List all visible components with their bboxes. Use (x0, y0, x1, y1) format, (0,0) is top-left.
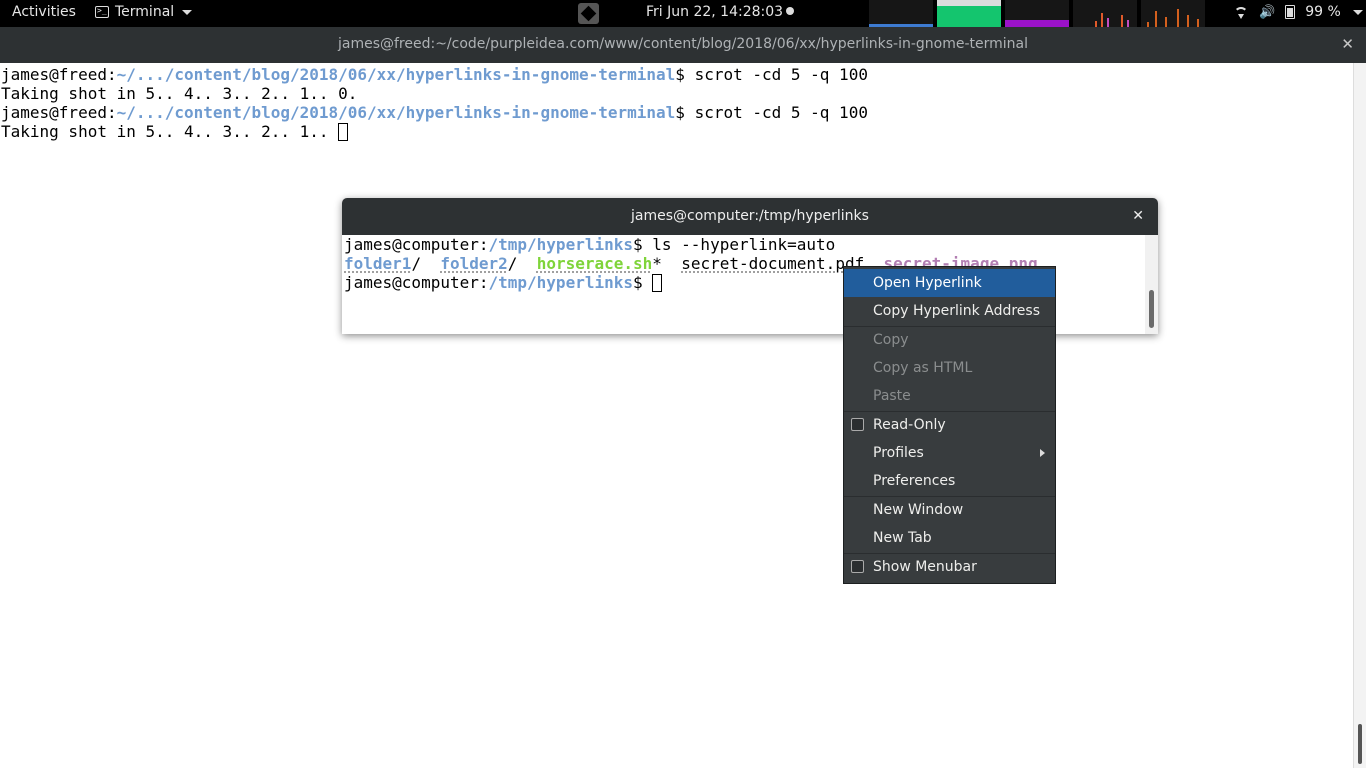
menu-item-label: Show Menubar (873, 559, 977, 575)
app-menu[interactable]: >_ Terminal (95, 4, 193, 20)
chevron-down-icon (182, 9, 193, 15)
menu-item-profiles[interactable]: Profiles (844, 439, 1055, 467)
activities-button[interactable]: Activities (12, 4, 76, 20)
hyperlink-folder2[interactable]: folder2 (440, 254, 507, 273)
terminal-line: james@freed:~/.../content/blog/2018/06/x… (1, 103, 868, 122)
system-monitor[interactable] (869, 0, 1205, 27)
memory-graph (937, 0, 1001, 27)
outer-terminal-body[interactable]: james@freed:~/.../content/blog/2018/06/x… (0, 63, 1353, 768)
cpu-graph (869, 0, 933, 27)
volume-icon: 🔊 (1259, 4, 1276, 20)
top-bar: Activities >_ Terminal Fri Jun 22, 14:28… (0, 0, 1366, 27)
wifi-icon (1233, 5, 1249, 19)
hyperlink-secret-document[interactable]: secret-document.pdf (681, 254, 864, 273)
menu-item-paste[interactable]: Paste (844, 382, 1055, 410)
menu-item-show-menubar[interactable]: Show Menubar (844, 553, 1055, 581)
hyperlink-folder1[interactable]: folder1 (344, 254, 411, 273)
menu-item-label: Profiles (873, 445, 924, 461)
terminal-line: james@computer:/tmp/hyperlinks$ ls --hyp… (344, 235, 836, 254)
outer-scrollbar[interactable] (1353, 63, 1366, 768)
menu-item-read-only[interactable]: Read-Only (844, 411, 1055, 439)
close-icon[interactable]: ✕ (1341, 35, 1354, 53)
chevron-right-icon (1040, 449, 1045, 457)
battery-icon (1285, 5, 1296, 19)
hyperlink-horserace[interactable]: horserace.sh (537, 254, 653, 273)
window-title: james@freed:~/code/purpleidea.com/www/co… (337, 36, 1029, 52)
checkbox-icon (851, 560, 864, 573)
menu-item-copy-hyperlink-address[interactable]: Copy Hyperlink Address (844, 297, 1055, 325)
menu-item-preferences[interactable]: Preferences (844, 467, 1055, 495)
text-cursor (652, 274, 663, 292)
inner-scrollbar[interactable] (1145, 235, 1158, 334)
extension-icon[interactable] (578, 3, 599, 24)
menu-item-label: Read-Only (873, 417, 946, 433)
terminal-line: Taking shot in 5.. 4.. 3.. 2.. 1.. (1, 122, 349, 141)
menu-item-new-tab[interactable]: New Tab (844, 524, 1055, 552)
checkbox-icon (851, 418, 864, 431)
swap-graph (1005, 0, 1069, 27)
scrollbar-thumb[interactable] (1149, 290, 1154, 328)
menu-item-open-hyperlink[interactable]: Open Hyperlink (844, 269, 1055, 297)
menu-item-copy[interactable]: Copy (844, 326, 1055, 354)
notification-dot-icon (786, 7, 795, 15)
text-cursor (338, 123, 349, 141)
battery-percent: 99 % (1305, 4, 1341, 20)
system-status-area[interactable]: 🔊 99 % (1233, 4, 1363, 20)
menu-item-copy-as-html[interactable]: Copy as HTML (844, 354, 1055, 382)
clock[interactable]: Fri Jun 22, 14:28:03 (646, 4, 795, 20)
window-title: james@computer:/tmp/hyperlinks (631, 208, 869, 224)
terminal-icon: >_ (95, 6, 109, 18)
clock-label: Fri Jun 22, 14:28:03 (646, 4, 784, 20)
chevron-down-icon (1352, 9, 1363, 15)
disk-graph (1141, 0, 1205, 27)
network-graph (1073, 0, 1137, 27)
terminal-line: Taking shot in 5.. 4.. 3.. 2.. 1.. 0. (1, 84, 358, 103)
app-menu-label: Terminal (115, 4, 175, 20)
terminal-line: james@freed:~/.../content/blog/2018/06/x… (1, 65, 868, 84)
inner-terminal-titlebar[interactable]: james@computer:/tmp/hyperlinks ✕ (342, 198, 1158, 235)
close-icon[interactable]: ✕ (1132, 208, 1144, 224)
scrollbar-thumb[interactable] (1358, 724, 1362, 764)
menu-item-new-window[interactable]: New Window (844, 496, 1055, 524)
terminal-line: james@computer:/tmp/hyperlinks$ (344, 273, 663, 292)
context-menu: Open Hyperlink Copy Hyperlink Address Co… (843, 266, 1056, 584)
outer-terminal-titlebar[interactable]: james@freed:~/code/purpleidea.com/www/co… (0, 27, 1366, 63)
